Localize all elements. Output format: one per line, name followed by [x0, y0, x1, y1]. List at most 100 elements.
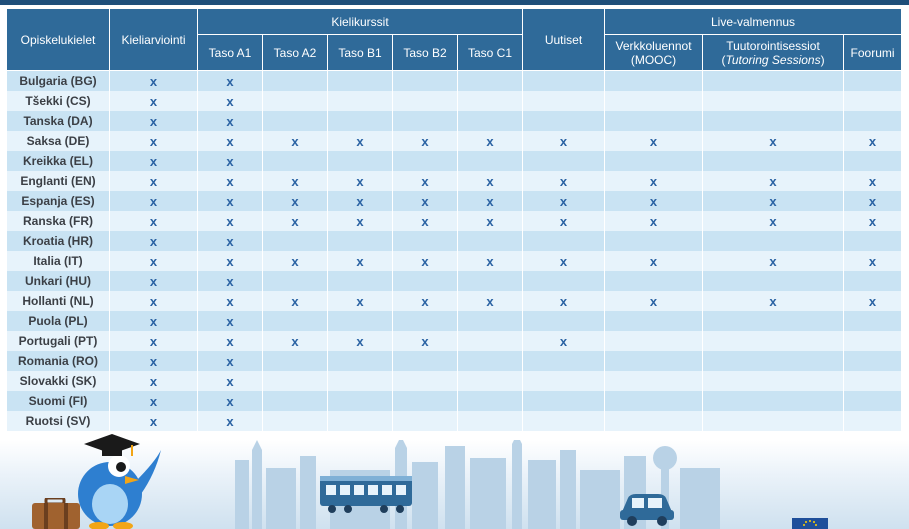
- table-row: Bulgaria (BG) x x: [6, 70, 903, 91]
- empty-cell: [262, 91, 328, 111]
- empty-cell: [702, 391, 845, 411]
- availability-mark-cell: x: [197, 291, 263, 311]
- empty-cell: [456, 70, 524, 91]
- empty-cell: [702, 311, 845, 331]
- empty-cell: [392, 371, 458, 391]
- availability-mark-cell: x: [604, 211, 704, 231]
- availability-mark-cell: x: [197, 211, 263, 231]
- empty-cell: [843, 351, 903, 371]
- availability-mark-cell: x: [197, 391, 263, 411]
- empty-cell: [702, 331, 845, 351]
- table-row: Puola (PL) x x: [6, 311, 903, 331]
- empty-cell: [262, 411, 328, 431]
- language-name-cell: Kreikka (EL): [6, 151, 110, 171]
- empty-cell: [456, 331, 524, 351]
- empty-cell: [262, 371, 328, 391]
- table-row: Kreikka (EL) x x: [6, 151, 903, 171]
- empty-cell: [456, 311, 524, 331]
- empty-cell: [604, 151, 704, 171]
- empty-cell: [262, 231, 328, 251]
- empty-cell: [456, 91, 524, 111]
- language-availability-table: Opiskelukielet Kieliarviointi Kielikurss…: [6, 8, 903, 431]
- empty-cell: [262, 351, 328, 371]
- availability-mark-cell: x: [522, 131, 606, 151]
- table-row: Tanska (DA) x x: [6, 111, 903, 131]
- availability-mark-cell: x: [843, 171, 903, 191]
- empty-cell: [456, 351, 524, 371]
- availability-mark-cell: x: [702, 291, 845, 311]
- header-tutoring-line2: Tutoring Sessions: [725, 52, 821, 67]
- availability-mark-cell: x: [604, 171, 704, 191]
- empty-cell: [456, 371, 524, 391]
- header-courses: Kielikurssit: [196, 8, 524, 35]
- empty-cell: [702, 91, 845, 111]
- availability-mark-cell: x: [197, 70, 263, 91]
- header-mooc-line2: (MOOC): [630, 52, 677, 67]
- empty-cell: [604, 231, 704, 251]
- header-level-a2: Taso A2: [262, 34, 328, 71]
- empty-cell: [522, 311, 606, 331]
- empty-cell: [604, 271, 704, 291]
- table-row: Ranska (FR) x x x x x x x x x x: [6, 211, 903, 231]
- header-row-top: Opiskelukielet Kieliarviointi Kielikurss…: [6, 8, 903, 71]
- empty-cell: [702, 151, 845, 171]
- table-row: Espanja (ES) x x x x x x x x x x: [6, 191, 903, 211]
- availability-mark-cell: x: [197, 111, 263, 131]
- table-row: Tšekki (CS) x x: [6, 91, 903, 111]
- empty-cell: [522, 151, 606, 171]
- availability-mark-cell: x: [262, 211, 328, 231]
- availability-mark-cell: x: [456, 291, 524, 311]
- table-row: Saksa (DE) x x x x x x x x x x: [6, 131, 903, 151]
- empty-cell: [843, 411, 903, 431]
- availability-mark-cell: x: [522, 291, 606, 311]
- language-name-cell: Bulgaria (BG): [6, 70, 110, 91]
- empty-cell: [604, 391, 704, 411]
- header-level-a1: Taso A1: [197, 34, 263, 71]
- header-tutoring: Tuutorointisessiot (Tutoring Sessions): [702, 34, 845, 71]
- availability-mark-cell: x: [197, 191, 263, 211]
- header-level-c1: Taso C1: [456, 34, 524, 71]
- empty-cell: [262, 111, 328, 131]
- language-name-cell: Hollanti (NL): [6, 291, 110, 311]
- availability-mark-cell: x: [109, 151, 198, 171]
- availability-mark-cell: x: [456, 211, 524, 231]
- availability-mark-cell: x: [456, 251, 524, 271]
- empty-cell: [843, 151, 903, 171]
- availability-mark-cell: x: [262, 191, 328, 211]
- table-body: Bulgaria (BG) x x Tšekki (CS) x x Tanska (DA) x…: [6, 70, 903, 431]
- availability-mark-cell: x: [197, 251, 263, 271]
- table-row: Englanti (EN) x x x x x x x x x x: [6, 171, 903, 191]
- availability-mark-cell: x: [456, 131, 524, 151]
- availability-mark-cell: x: [109, 271, 198, 291]
- empty-cell: [456, 231, 524, 251]
- empty-cell: [327, 231, 393, 251]
- language-name-cell: Tšekki (CS): [6, 91, 110, 111]
- empty-cell: [262, 271, 328, 291]
- table-row: Suomi (FI) x x: [6, 391, 903, 411]
- availability-mark-cell: x: [109, 131, 198, 151]
- availability-mark-cell: x: [392, 331, 458, 351]
- header-mooc-line1: Verkkoluennot: [615, 38, 692, 53]
- empty-cell: [262, 70, 328, 91]
- empty-cell: [843, 231, 903, 251]
- empty-cell: [522, 70, 606, 91]
- availability-mark-cell: x: [109, 191, 198, 211]
- header-languages: Opiskelukielet: [6, 8, 110, 71]
- empty-cell: [702, 411, 845, 431]
- table-row: Unkari (HU) x x: [6, 271, 903, 291]
- empty-cell: [392, 311, 458, 331]
- header-news: Uutiset: [522, 8, 606, 71]
- empty-cell: [522, 231, 606, 251]
- availability-mark-cell: x: [392, 171, 458, 191]
- header-level-b2: Taso B2: [392, 34, 458, 71]
- empty-cell: [262, 391, 328, 411]
- availability-mark-cell: x: [522, 171, 606, 191]
- availability-mark-cell: x: [522, 251, 606, 271]
- language-name-cell: Tanska (DA): [6, 111, 110, 131]
- empty-cell: [327, 271, 393, 291]
- availability-mark-cell: x: [109, 70, 198, 91]
- empty-cell: [702, 371, 845, 391]
- empty-cell: [327, 111, 393, 131]
- empty-cell: [843, 111, 903, 131]
- table-row: Kroatia (HR) x x: [6, 231, 903, 251]
